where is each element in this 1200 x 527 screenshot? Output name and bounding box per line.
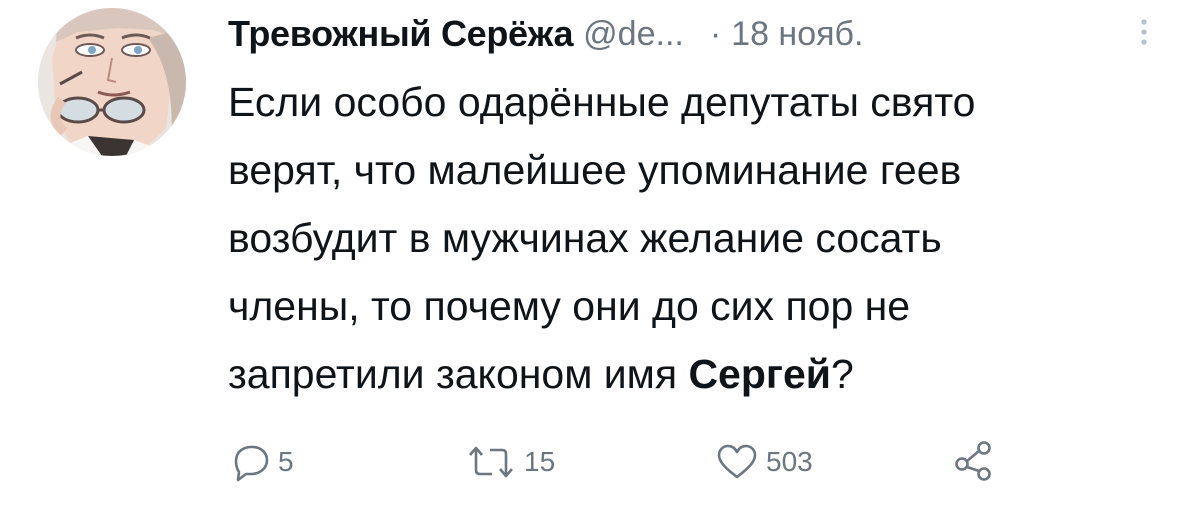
heart-icon <box>717 444 757 479</box>
tweet-text-line: члены, то почему они до сих пор не <box>228 283 911 329</box>
share-icon <box>955 441 991 481</box>
tweet-text-bold-name: Сергей <box>688 351 831 397</box>
retweet-icon <box>469 446 513 478</box>
tweet-text-line: верят, что малейшее упоминание геев <box>228 147 962 193</box>
separator-dot: · <box>709 14 722 53</box>
avatar[interactable] <box>38 8 186 156</box>
reply-count: 5 <box>278 446 294 477</box>
tweet-text-line: Если особо одарённые депутаты свято <box>228 79 976 125</box>
action-bar: 5 15 503 <box>0 436 1200 486</box>
tweet-text-line-last: запретили законом имя Сергей? <box>228 340 1178 408</box>
tweet-date[interactable]: 18 нояб. <box>731 15 863 54</box>
retweet-button[interactable]: 15 <box>464 442 555 482</box>
tweet-text: Если особо одарённые депутаты свято веря… <box>228 68 1178 408</box>
tweet-header: Тревожный Серёжа @de... · 18 нояб. <box>228 8 1158 60</box>
avatar-illustration <box>38 8 186 156</box>
tweet-text-segment: запретили законом имя <box>228 351 689 397</box>
tweet-text-line: возбудит в мужчинах желание сосать <box>228 215 942 261</box>
user-handle[interactable]: @de... <box>583 15 684 54</box>
like-count: 503 <box>766 446 813 477</box>
like-button[interactable]: 503 <box>714 442 813 482</box>
display-name[interactable]: Тревожный Серёжа <box>228 13 573 55</box>
share-button[interactable] <box>950 440 998 484</box>
retweet-count: 15 <box>524 446 556 477</box>
reply-button[interactable]: 5 <box>228 442 294 482</box>
reply-icon <box>234 445 269 482</box>
more-options-button[interactable] <box>1134 12 1154 52</box>
vertical-dots-icon <box>1141 19 1147 45</box>
tweet-text-segment: ? <box>831 351 854 397</box>
